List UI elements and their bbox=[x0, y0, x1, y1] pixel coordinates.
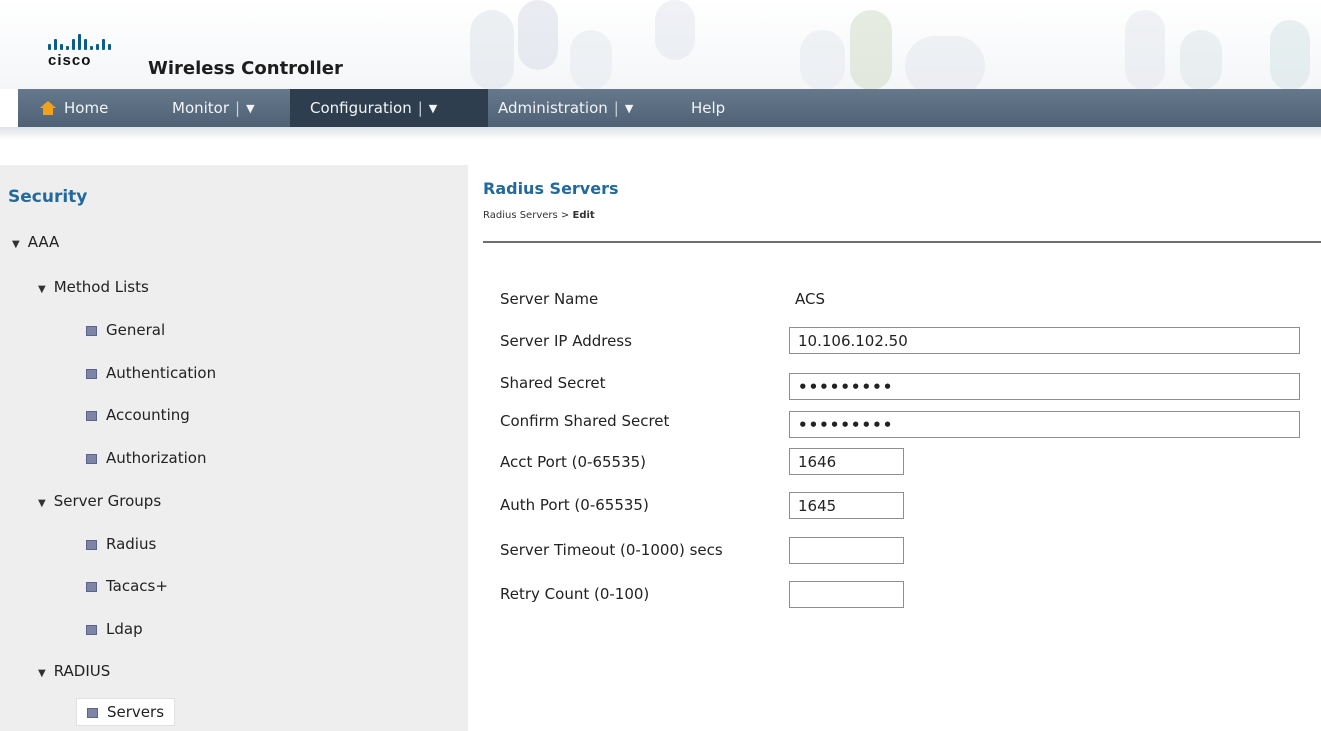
tree-label: Method Lists bbox=[53, 278, 149, 296]
decorative-shape bbox=[800, 30, 845, 89]
bullet-square-icon bbox=[86, 539, 97, 550]
expanded-triangle-icon: ▼ bbox=[38, 284, 46, 295]
decorative-shape bbox=[1125, 10, 1165, 89]
shared-secret-label: Shared Secret bbox=[500, 374, 606, 392]
header-banner: cisco Wireless Controller bbox=[0, 0, 1321, 89]
tree-group-method-lists[interactable]: ▼ Method Lists bbox=[38, 278, 149, 296]
breadcrumb: Radius Servers > Edit bbox=[483, 210, 595, 221]
page-title: Radius Servers bbox=[483, 179, 619, 198]
server-ip-input[interactable] bbox=[789, 327, 1300, 354]
server-name-label: Server Name bbox=[500, 290, 599, 308]
sidebar-item-authorization[interactable]: Authorization bbox=[86, 449, 206, 467]
tree-label: Accounting bbox=[106, 406, 190, 424]
server-ip-label: Server IP Address bbox=[500, 332, 632, 350]
nav-home[interactable]: Home bbox=[40, 89, 108, 127]
main-nav: Home Monitor | ▼ Configuration | ▼ Admin… bbox=[18, 89, 1321, 127]
tree-group-radius[interactable]: ▼ RADIUS bbox=[38, 662, 110, 680]
sidebar-item-tacacs[interactable]: Tacacs+ bbox=[86, 577, 168, 595]
expanded-triangle-icon: ▼ bbox=[12, 239, 20, 250]
tree-label: Server Groups bbox=[53, 492, 162, 510]
bullet-square-icon bbox=[86, 624, 97, 635]
product-title: Wireless Controller bbox=[148, 58, 343, 79]
tree-label: Radius bbox=[106, 535, 157, 553]
home-icon bbox=[40, 101, 56, 115]
tree-label: Authentication bbox=[106, 364, 217, 382]
acct-port-input[interactable] bbox=[789, 448, 904, 475]
bullet-square-icon bbox=[87, 707, 98, 718]
tree-label: AAA bbox=[27, 233, 60, 251]
nav-monitor[interactable]: Monitor | ▼ bbox=[172, 89, 255, 127]
cisco-logo: cisco bbox=[48, 32, 111, 69]
decorative-shape bbox=[1270, 20, 1310, 89]
tree-label: General bbox=[106, 321, 166, 339]
sidebar-item-ldap[interactable]: Ldap bbox=[86, 620, 143, 638]
breadcrumb-separator: > bbox=[560, 210, 570, 221]
bullet-square-icon bbox=[86, 410, 97, 421]
server-name-value: ACS bbox=[795, 290, 825, 308]
confirm-secret-label: Confirm Shared Secret bbox=[500, 412, 670, 430]
decorative-shape bbox=[655, 0, 695, 60]
bullet-square-icon bbox=[86, 453, 97, 464]
chevron-down-icon[interactable]: ▼ bbox=[246, 102, 254, 115]
nav-separator: | bbox=[417, 99, 423, 117]
decorative-shape bbox=[570, 30, 612, 89]
tree-label: Authorization bbox=[106, 449, 207, 467]
sidebar-item-servers[interactable]: Servers bbox=[76, 698, 176, 726]
nav-monitor-label: Monitor bbox=[172, 99, 230, 117]
nav-configuration[interactable]: Configuration | ▼ bbox=[290, 89, 488, 127]
decorative-shape bbox=[850, 10, 892, 89]
tree-group-server-groups[interactable]: ▼ Server Groups bbox=[38, 492, 161, 510]
tree-label: Ldap bbox=[106, 620, 143, 638]
nav-administration-label: Administration bbox=[498, 99, 608, 117]
nav-shadow bbox=[0, 127, 1321, 140]
expanded-triangle-icon: ▼ bbox=[38, 668, 46, 679]
acct-port-label: Acct Port (0-65535) bbox=[500, 453, 647, 471]
nav-administration[interactable]: Administration | ▼ bbox=[498, 89, 633, 127]
confirm-secret-input[interactable] bbox=[789, 411, 1300, 438]
breadcrumb-parent-link[interactable]: Radius Servers bbox=[483, 210, 558, 221]
sidebar-item-authentication[interactable]: Authentication bbox=[86, 364, 216, 382]
bullet-square-icon bbox=[86, 581, 97, 592]
retry-count-label: Retry Count (0-100) bbox=[500, 585, 650, 603]
bullet-square-icon bbox=[86, 325, 97, 336]
sidebar bbox=[0, 165, 468, 731]
nav-help[interactable]: Help bbox=[691, 89, 725, 127]
decorative-shape bbox=[518, 0, 558, 70]
auth-port-label: Auth Port (0-65535) bbox=[500, 496, 649, 514]
expanded-triangle-icon: ▼ bbox=[38, 498, 46, 509]
title-divider bbox=[483, 241, 1321, 243]
nav-help-label: Help bbox=[691, 99, 726, 117]
decorative-shape bbox=[905, 36, 985, 89]
tree-label: Tacacs+ bbox=[106, 577, 168, 595]
nav-home-label: Home bbox=[64, 99, 109, 117]
server-timeout-label: Server Timeout (0-1000) secs bbox=[500, 541, 723, 559]
cisco-wordmark: cisco bbox=[48, 52, 92, 69]
tree-group-aaa[interactable]: ▼ AAA bbox=[12, 233, 59, 251]
shared-secret-input[interactable] bbox=[789, 373, 1300, 400]
tree-label: Servers bbox=[107, 703, 165, 721]
sidebar-item-radius[interactable]: Radius bbox=[86, 535, 156, 553]
sidebar-item-accounting[interactable]: Accounting bbox=[86, 406, 190, 424]
sidebar-item-general[interactable]: General bbox=[86, 321, 165, 339]
server-timeout-input[interactable] bbox=[789, 537, 904, 564]
bullet-square-icon bbox=[86, 368, 97, 379]
decorative-shape bbox=[470, 10, 514, 89]
retry-count-input[interactable] bbox=[789, 581, 904, 608]
chevron-down-icon[interactable]: ▼ bbox=[625, 102, 633, 115]
sidebar-title: Security bbox=[8, 187, 88, 207]
decorative-shape bbox=[1180, 30, 1222, 89]
chevron-down-icon[interactable]: ▼ bbox=[429, 102, 437, 115]
nav-separator: | bbox=[613, 99, 619, 117]
nav-configuration-label: Configuration bbox=[310, 99, 412, 117]
tree-label: RADIUS bbox=[53, 662, 111, 680]
auth-port-input[interactable] bbox=[789, 492, 904, 519]
nav-separator: | bbox=[235, 99, 241, 117]
breadcrumb-current: Edit bbox=[572, 210, 595, 221]
cisco-bars-icon bbox=[48, 32, 111, 50]
